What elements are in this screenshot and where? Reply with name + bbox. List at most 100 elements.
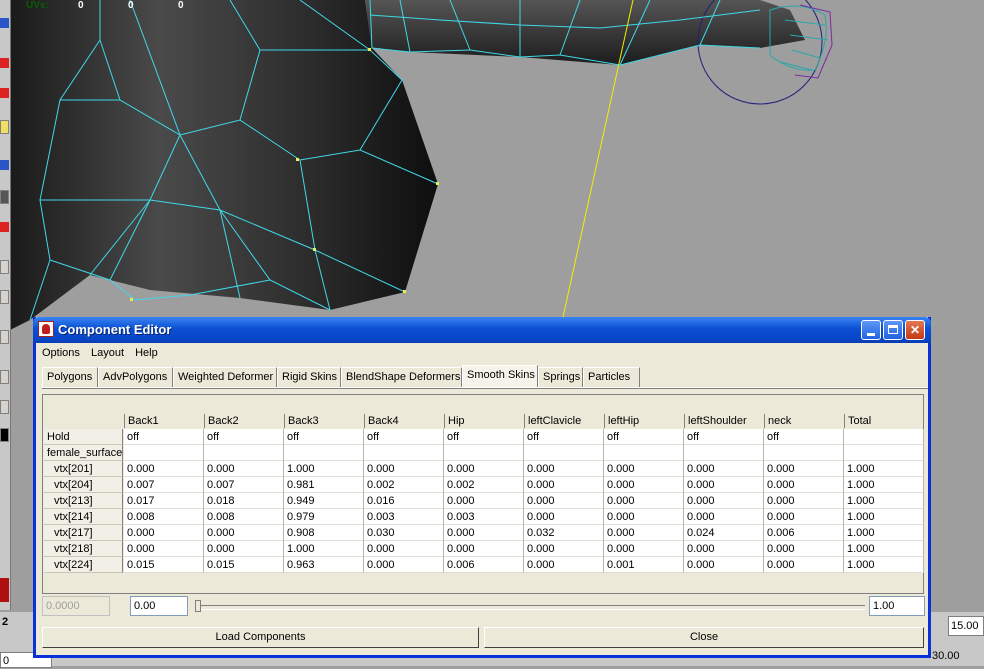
weight-cell[interactable]: 0.006	[444, 557, 524, 573]
end-time-field[interactable]: 30.00	[930, 648, 984, 666]
weight-cell[interactable]: 0.000	[604, 461, 684, 477]
column-header[interactable]: leftHip	[604, 414, 684, 428]
hold-cell[interactable]: off	[124, 429, 204, 445]
weight-cell[interactable]: 0.003	[444, 509, 524, 525]
row-label-vertex[interactable]: vtx[224]	[44, 557, 123, 573]
row-label-vertex[interactable]: vtx[201]	[44, 461, 123, 477]
weight-cell[interactable]: 0.000	[604, 493, 684, 509]
weight-cell[interactable]: 0.007	[204, 477, 284, 493]
layout-icon[interactable]	[0, 222, 9, 232]
weight-cell[interactable]: 1.000	[844, 557, 924, 573]
minimize-button[interactable]	[861, 320, 881, 340]
weight-cell[interactable]: 0.016	[364, 493, 444, 509]
menu-layout[interactable]: Layout	[91, 347, 124, 359]
weight-cell[interactable]: 0.000	[684, 461, 764, 477]
weight-cell[interactable]: 0.000	[124, 461, 204, 477]
tab-blendshape-deformers[interactable]: BlendShape Deformers	[341, 367, 462, 387]
tab-rigid-skins[interactable]: Rigid Skins	[277, 367, 341, 387]
weight-cell[interactable]: 0.018	[204, 493, 284, 509]
weight-cell[interactable]: 0.000	[204, 461, 284, 477]
weight-cell[interactable]: 0.000	[444, 461, 524, 477]
weight-cell[interactable]: 0.000	[764, 477, 844, 493]
column-header[interactable]: leftShoulder	[684, 414, 764, 428]
move-tool-icon[interactable]	[0, 58, 9, 68]
weight-cell[interactable]: 0.002	[364, 477, 444, 493]
weight-cell[interactable]: 1.000	[844, 477, 924, 493]
tab-advpolygons[interactable]: AdvPolygons	[98, 367, 173, 387]
row-label-hold[interactable]: Hold	[44, 429, 123, 445]
weight-cell[interactable]: 0.000	[604, 541, 684, 557]
hold-cell[interactable]: off	[604, 429, 684, 445]
weight-cell[interactable]: 0.981	[284, 477, 364, 493]
weight-cell[interactable]: 1.000	[844, 461, 924, 477]
current-time-field[interactable]: 15.00	[948, 616, 984, 636]
weight-cell[interactable]: 0.000	[764, 461, 844, 477]
column-header[interactable]: Back1	[124, 414, 204, 428]
menu-help[interactable]: Help	[135, 347, 158, 359]
hold-cell[interactable]: off	[364, 429, 444, 445]
weight-cell[interactable]: 0.000	[684, 541, 764, 557]
weight-cell[interactable]: 1.000	[844, 525, 924, 541]
weight-cell[interactable]: 0.000	[764, 493, 844, 509]
layout-icon[interactable]	[0, 190, 9, 204]
tab-particles[interactable]: Particles	[583, 367, 640, 387]
layout-button[interactable]	[0, 400, 9, 414]
hold-cell[interactable]: off	[764, 429, 844, 445]
slider-max-field[interactable]: 1.00	[869, 596, 925, 616]
weight-cell[interactable]: 0.000	[204, 541, 284, 557]
hold-cell[interactable]: off	[524, 429, 604, 445]
slider-min-field[interactable]: 0.00	[130, 596, 188, 616]
weight-cell[interactable]: 0.000	[764, 557, 844, 573]
weight-cell[interactable]: 0.000	[524, 493, 604, 509]
load-components-button[interactable]: Load Components	[42, 627, 479, 648]
layout-button[interactable]	[0, 260, 9, 274]
row-label-vertex[interactable]: vtx[218]	[44, 541, 123, 557]
weight-cell[interactable]: 0.024	[684, 525, 764, 541]
hold-cell[interactable]: off	[444, 429, 524, 445]
close-button[interactable]: Close	[484, 627, 924, 648]
column-header[interactable]: Total	[844, 414, 924, 428]
weight-cell[interactable]: 1.000	[844, 493, 924, 509]
select-tool-icon[interactable]	[0, 18, 9, 28]
layout-button[interactable]	[0, 370, 9, 384]
close-window-button[interactable]: ✕	[905, 320, 925, 340]
weight-cell[interactable]: 0.000	[524, 461, 604, 477]
weight-cell[interactable]: 1.000	[844, 509, 924, 525]
weight-cell[interactable]: 0.015	[124, 557, 204, 573]
weight-cell[interactable]: 0.000	[524, 509, 604, 525]
weight-cell[interactable]: 0.000	[524, 477, 604, 493]
weight-cell[interactable]: 0.000	[124, 541, 204, 557]
weight-cell[interactable]: 0.963	[284, 557, 364, 573]
weight-cell[interactable]: 0.032	[524, 525, 604, 541]
hold-cell[interactable]: off	[204, 429, 284, 445]
row-label-vertex[interactable]: vtx[213]	[44, 493, 123, 509]
maximize-button[interactable]	[883, 320, 903, 340]
row-label-vertex[interactable]: vtx[217]	[44, 525, 123, 541]
weight-slider-handle[interactable]	[195, 600, 201, 612]
weight-cell[interactable]: 0.000	[684, 557, 764, 573]
weight-cell[interactable]: 0.000	[604, 477, 684, 493]
manipulator-tool-icon[interactable]	[0, 160, 9, 170]
weight-cell[interactable]: 0.008	[204, 509, 284, 525]
layout-button[interactable]	[0, 290, 9, 304]
weight-cell[interactable]: 0.030	[364, 525, 444, 541]
rotate-tool-icon[interactable]	[0, 88, 9, 98]
record-icon[interactable]	[0, 578, 9, 602]
weight-cell[interactable]: 1.000	[844, 541, 924, 557]
hold-cell[interactable]: off	[684, 429, 764, 445]
row-label-vertex[interactable]: vtx[214]	[44, 509, 123, 525]
tab-polygons[interactable]: Polygons	[42, 367, 98, 387]
weight-cell[interactable]: 0.000	[764, 541, 844, 557]
weight-cell[interactable]: 0.000	[364, 541, 444, 557]
weight-cell[interactable]: 0.000	[684, 477, 764, 493]
weight-cell[interactable]: 0.000	[204, 525, 284, 541]
weight-cell[interactable]: 0.000	[604, 525, 684, 541]
weight-cell[interactable]: 0.000	[604, 509, 684, 525]
column-header[interactable]: neck	[764, 414, 844, 428]
weight-cell[interactable]: 0.000	[524, 557, 604, 573]
weight-cell[interactable]: 0.979	[284, 509, 364, 525]
weight-cell[interactable]: 0.017	[124, 493, 204, 509]
weight-cell[interactable]: 0.000	[684, 509, 764, 525]
row-label-vertex[interactable]: vtx[204]	[44, 477, 123, 493]
weight-cell[interactable]: 1.000	[284, 461, 364, 477]
